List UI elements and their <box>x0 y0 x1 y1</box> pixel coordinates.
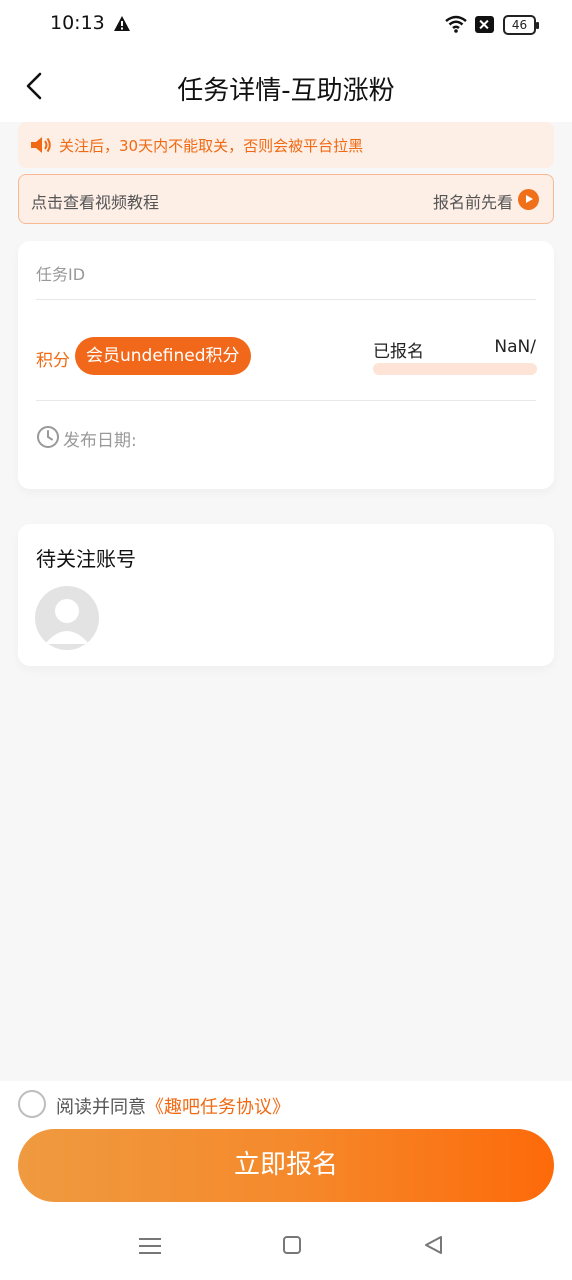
agreement-link[interactable]: 《趣吧任务协议》 <box>146 1097 290 1118</box>
menu-icon[interactable] <box>139 1236 161 1256</box>
back-triangle-icon[interactable] <box>422 1234 444 1256</box>
battery-icon: 46 <box>503 15 539 35</box>
notice-text: 关注后，30天内不能取关，否则会被平台拉黑 <box>59 137 364 155</box>
page-title: 任务详情-互助涨粉 <box>177 76 395 106</box>
agree-checkbox[interactable] <box>18 1090 46 1118</box>
status-time: 10:13 <box>50 12 105 34</box>
notice-banner: 关注后，30天内不能取关，否则会被平台拉黑 <box>18 122 554 168</box>
task-info-card: 任务ID 积分 会员undefined积分 已报名 NaN/ 发布日期: <box>18 241 554 489</box>
signup-progress-bar <box>373 363 537 375</box>
video-tutorial-label: 点击查看视频教程 <box>31 193 160 212</box>
alert-icon <box>114 16 130 31</box>
publish-date-label: 发布日期: <box>63 431 137 451</box>
divider <box>36 299 536 300</box>
divider <box>36 400 536 401</box>
accounts-title: 待关注账号 <box>36 547 136 571</box>
status-bar: 10:13 46 <box>0 0 572 52</box>
points-label: 积分 <box>36 351 70 371</box>
clock-icon <box>37 426 59 448</box>
signup-button[interactable]: 立即报名 <box>18 1129 554 1202</box>
task-id-label: 任务ID <box>36 265 86 284</box>
watch-before-signup-label: 报名前先看 <box>432 193 513 212</box>
sim-off-icon <box>475 16 494 33</box>
system-nav-bar <box>0 1216 572 1280</box>
agreement-prefix: 阅读并同意 <box>56 1097 146 1118</box>
agreement-text: 阅读并同意《趣吧任务协议》 <box>56 1093 290 1119</box>
nav-bar: 任务详情-互助涨粉 <box>0 52 572 122</box>
signed-up-count: NaN/ <box>494 337 536 357</box>
signed-up-label: 已报名 <box>373 342 424 362</box>
person-icon <box>45 599 89 644</box>
accounts-card: 待关注账号 <box>18 524 554 666</box>
video-tutorial-bar[interactable]: 点击查看视频教程 报名前先看 <box>18 174 554 224</box>
points-badge: 会员undefined积分 <box>75 337 251 375</box>
home-icon[interactable] <box>283 1236 301 1254</box>
speaker-icon <box>31 137 51 153</box>
play-icon <box>518 189 539 210</box>
default-avatar-icon[interactable] <box>35 586 99 650</box>
wifi-icon <box>445 15 467 33</box>
